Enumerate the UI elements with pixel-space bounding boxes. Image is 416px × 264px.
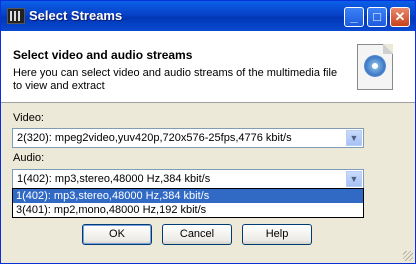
close-button[interactable]: ✕ [390, 7, 410, 27]
maximize-button[interactable]: □ [367, 7, 387, 27]
help-button[interactable]: Help [242, 224, 312, 245]
select-streams-dialog: Select Streams _ □ ✕ Select video and au… [0, 0, 416, 264]
minimize-button[interactable]: _ [344, 7, 364, 27]
header-title: Select video and audio streams [13, 48, 193, 62]
video-label: Video: [13, 112, 44, 124]
media-file-icon [357, 44, 393, 90]
video-stream-select[interactable]: 2(320): mpeg2video,yuv420p,720x576-25fps… [12, 128, 364, 148]
dialog-header: Select video and audio streams Here you … [1, 31, 415, 103]
chevron-down-icon[interactable]: ▼ [346, 130, 362, 146]
audio-stream-select[interactable]: 1(402): mp3,stereo,48000 Hz,384 kbit/s ▼ [12, 169, 364, 189]
audio-option[interactable]: 1(402): mp3,stereo,48000 Hz,384 kbit/s [13, 189, 363, 203]
disc-icon [364, 55, 386, 77]
audio-label: Audio: [13, 152, 45, 164]
audio-selected-value: 1(402): mp3,stereo,48000 Hz,384 kbit/s [17, 173, 211, 185]
video-selected-value: 2(320): mpeg2video,yuv420p,720x576-25fps… [17, 132, 292, 144]
audio-dropdown-list: 1(402): mp3,stereo,48000 Hz,384 kbit/s 3… [12, 188, 364, 218]
audio-option[interactable]: 3(401): mp2,mono,48000 Hz,192 kbit/s [13, 203, 363, 217]
ok-button[interactable]: OK [82, 224, 152, 245]
cancel-button[interactable]: Cancel [162, 224, 232, 245]
title-bar[interactable]: Select Streams _ □ ✕ [1, 1, 415, 31]
header-description: Here you can select video and audio stre… [13, 67, 338, 92]
window-title: Select Streams [29, 8, 123, 23]
resize-grip[interactable] [403, 251, 413, 261]
chevron-down-icon[interactable]: ▼ [346, 171, 362, 187]
film-app-icon [7, 8, 25, 24]
